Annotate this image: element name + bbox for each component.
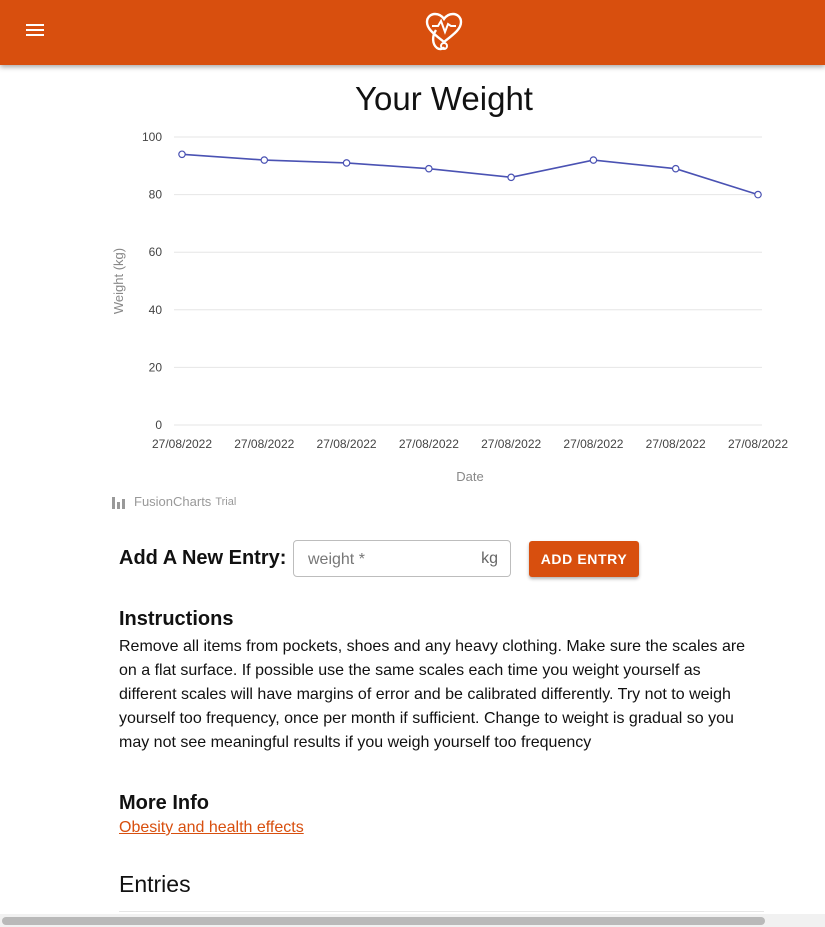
obesity-health-link[interactable]: Obesity and health effects [119,819,304,837]
app-bar [0,0,825,65]
y-tick-label: 60 [149,245,163,259]
x-tick-label: 27/08/2022 [317,437,377,451]
weight-line-chart: 0 20 40 60 80 100 27/08/2022 27/08/2022 27/08/20… [111,130,788,484]
fusioncharts-watermark: FusionCharts Trial [112,494,236,509]
chart-title: Your Weight [355,80,533,117]
hamburger-menu-icon [26,24,44,36]
fusioncharts-logo-icon [112,496,125,509]
y-tick-label: 100 [142,130,162,144]
series-line [181,153,759,196]
data-point [589,156,598,164]
data-point [425,164,433,173]
data-point [260,156,269,164]
y-tick-label: 0 [155,418,162,432]
weight-field: kg [293,540,511,577]
x-axis-title: Date [456,469,483,484]
instructions-text: Remove all items from pockets, shoes and… [119,638,746,751]
watermark-trial: Trial [215,495,237,508]
instructions-heading: Instructions [119,608,234,630]
entries-heading: Entries [119,871,191,897]
y-tick-label: 40 [149,303,163,317]
x-tick-label: 27/08/2022 [728,437,788,451]
watermark-brand: FusionCharts [134,494,212,509]
more-info-heading: More Info [119,792,209,814]
x-tick-label: 27/08/2022 [152,437,212,451]
weight-input[interactable] [306,548,470,572]
y-axis-title: Weight (kg) [111,248,126,314]
y-tick-label: 20 [149,360,163,374]
entries-table-border [119,911,764,912]
scrollbar-thumb[interactable] [2,917,765,925]
x-tick-label: 27/08/2022 [563,437,623,451]
data-point [671,164,680,173]
x-tick-label: 27/08/2022 [481,437,541,451]
weight-unit: kg [481,550,498,567]
x-tick-label: 27/08/2022 [399,437,459,451]
data-point [507,173,515,182]
add-entry-button[interactable]: ADD ENTRY [529,541,639,577]
menu-button[interactable] [20,16,52,48]
data-point [178,150,186,159]
add-entry-label: Add A New Entry: [119,547,287,569]
horizontal-scrollbar[interactable] [0,914,825,927]
heart-stethoscope-icon [425,12,463,51]
data-point [754,190,762,199]
y-tick-label: 80 [149,188,163,202]
data-point [342,159,351,167]
x-tick-label: 27/08/2022 [234,437,294,451]
x-tick-label: 27/08/2022 [646,437,706,451]
